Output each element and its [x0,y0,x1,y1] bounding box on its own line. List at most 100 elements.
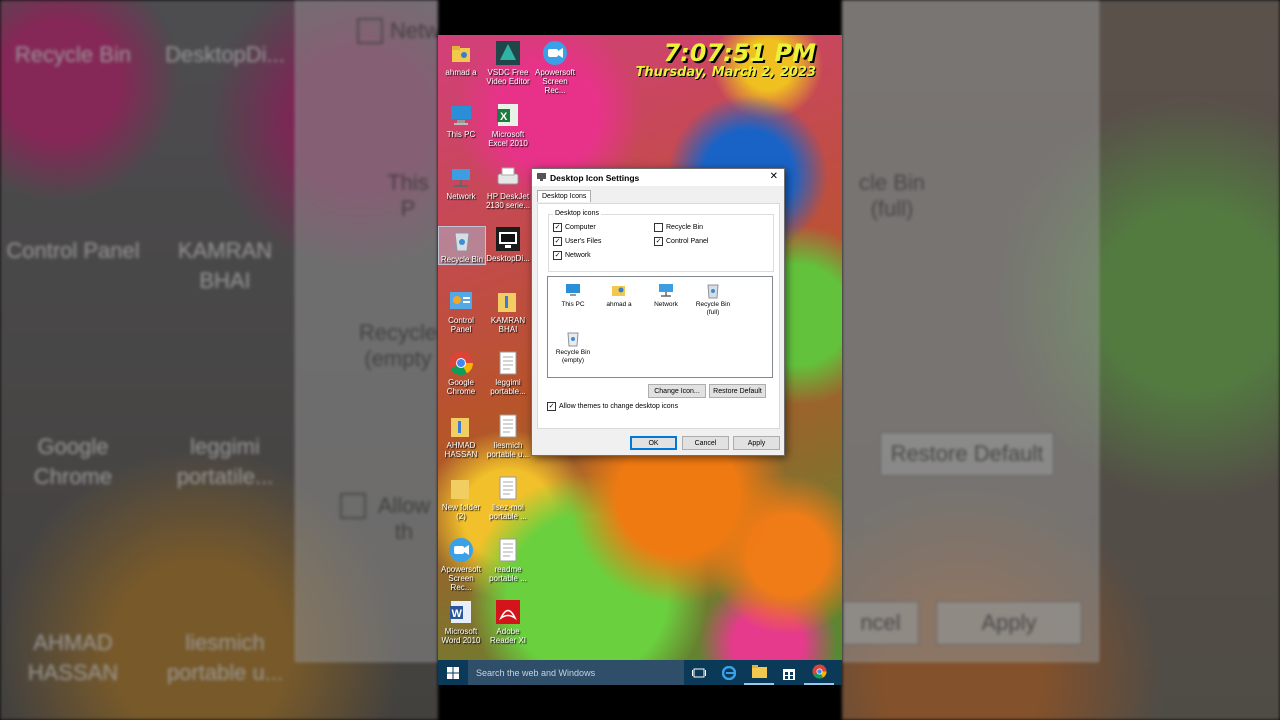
checkbox-control-panel[interactable]: ✓ Control Panel [654,237,708,246]
desktop-icon-kamran-bhai[interactable]: KAMRAN BHAI [485,288,531,334]
text-document-icon [495,350,521,376]
desktop-icon-apowersoft-2[interactable]: Apowersoft Screen Rec... [438,537,484,592]
tab-panel: Desktop icons ✓ Computer Recycle Bin ✓ U… [537,203,780,429]
checkbox-box[interactable]: ✓ [553,237,562,246]
svg-text:X: X [500,111,508,123]
desktop-icon-excel[interactable]: X Microsoft Excel 2010 [485,102,531,148]
list-item-this-pc[interactable]: This PC [550,281,596,309]
dialog-title: Desktop Icon Settings [550,172,640,183]
checkbox-box[interactable]: ✓ [654,237,663,246]
windows-logo-icon [447,666,459,679]
checkbox-box[interactable] [654,223,663,232]
desktop-icon-word[interactable]: W Microsoft Word 2010 [438,599,484,645]
desktop-icon-leggimi[interactable]: leggimi portable... [485,350,531,396]
list-item-recycle-bin-full[interactable]: Recycle Bin (full) [690,281,736,316]
group-title: Desktop icons [553,210,601,217]
list-item-network[interactable]: Network [643,281,689,309]
ok-button[interactable]: OK [630,436,677,450]
desktop-icon-new-folder[interactable]: New folder (2) [438,475,484,521]
word-icon: W [448,599,474,625]
computer-icon [564,281,582,299]
text-document-icon [495,475,521,501]
desktop-screen: 7:07:51 PM Thursday, March 2, 2023 ahmad… [438,35,842,685]
list-item-ahmad-a[interactable]: ahmad a [596,281,642,309]
folder-icon [448,413,474,439]
clock-time: 7:07:51 PM [663,39,816,67]
chrome-taskbar-icon[interactable] [804,660,834,685]
cancel-button[interactable]: Cancel [682,436,729,450]
network-icon [657,281,675,299]
printer-icon [495,164,521,190]
taskbar: Search the web and Windows [438,660,842,685]
tab-desktop-icons[interactable]: Desktop Icons [537,190,592,202]
task-view-icon[interactable] [684,660,714,685]
desktop-icon-adobe-reader[interactable]: Adobe Reader XI [485,599,531,645]
desktop-icon-liesmich[interactable]: liesmich portable u... [485,413,531,459]
checkbox-allow-themes[interactable]: ✓ Allow themes to change desktop icons [547,402,678,411]
apowersoft-icon [448,537,474,563]
checkbox-label: Allow themes to change desktop icons [559,403,679,410]
desktop-icon-recycle-bin[interactable]: Recycle Bin [438,226,486,265]
folder-icon [448,475,474,501]
clock-date: Thursday, March 2, 2023 [635,65,816,80]
text-document-icon [495,537,521,563]
edge-icon[interactable] [714,660,744,685]
control-panel-icon [448,288,474,314]
checkbox-box[interactable]: ✓ [553,223,562,232]
settings-window-icon [537,172,546,183]
checkbox-users-files[interactable]: ✓ User's Files [553,237,601,246]
desktop-icon-vsdc[interactable]: VSDC Free Video Editor [485,40,531,86]
desktop-icon-hp-deskjet[interactable]: HP DeskJet 2130 serie... [485,164,531,210]
search-input[interactable]: Search the web and Windows [468,660,684,685]
checkbox-network[interactable]: ✓ Network [553,251,591,260]
apply-button[interactable]: Apply [733,436,780,450]
checkbox-label: Recycle Bin [666,224,703,231]
desktop-icon-ahmad-a[interactable]: ahmad a [438,40,484,77]
checkbox-label: Computer [565,224,596,231]
recycle-bin-empty-icon [564,329,582,347]
desktop-icon-desktopdi[interactable]: DesktopDi... [485,226,531,263]
checkbox-box[interactable]: ✓ [553,251,562,260]
desktop-icons-group: Desktop icons ✓ Computer Recycle Bin ✓ U… [548,210,774,272]
recycle-bin-icon [449,227,475,253]
desktop-icon-readme[interactable]: readme portable ... [485,537,531,583]
adobe-reader-icon [495,599,521,625]
checkbox-label: User's Files [565,238,602,245]
checkbox-label: Network [565,252,591,259]
desktop-icon-google-chrome[interactable]: Google Chrome [438,350,484,396]
desktop-icon-ahmad-hassan[interactable]: AHMAD HASSAN [438,413,484,459]
icon-preview-list: This PC ahmad a Network Recycle Bin (ful… [547,276,773,378]
file-explorer-icon[interactable] [744,660,774,685]
vsdc-video-editor-icon [495,40,521,66]
checkbox-label: Control Panel [666,238,709,245]
desktop-icon-lisez-moi[interactable]: lisez-moi portable ... [485,475,531,521]
excel-icon: X [495,102,521,128]
user-folder-icon [610,281,628,299]
checkbox-computer[interactable]: ✓ Computer [553,223,596,232]
text-document-icon [495,413,521,439]
change-icon-button[interactable]: Change Icon... [648,384,706,398]
close-icon[interactable]: ✕ [770,171,778,182]
dialog-title-bar: Desktop Icon Settings [532,169,784,186]
desktop-icon-settings-dialog: Desktop Icon Settings ✕ Desktop Icons De… [531,168,785,456]
chrome-icon [448,350,474,376]
desktop-icon-control-panel[interactable]: Control Panel [438,288,484,334]
checkbox-recycle-bin[interactable]: Recycle Bin [654,223,703,232]
folder-icon [495,288,521,314]
list-item-recycle-bin-empty[interactable]: Recycle Bin (empty) [550,329,596,364]
dialog-tabs: Desktop Icons [537,190,592,202]
blurred-left-background: Recycle Bin DesktopDi... Control Panel K… [0,0,438,720]
checkbox-box[interactable]: ✓ [547,402,556,411]
restore-default-button[interactable]: Restore Default [709,384,766,398]
desktop-clock-widget: 7:07:51 PM Thursday, March 2, 2023 [636,39,816,80]
svg-text:W: W [452,608,463,620]
desktop-icon-this-pc[interactable]: This PC [438,102,484,139]
blurred-right-background: cle Bin (full) Restore Default ncel Appl… [842,0,1280,720]
network-icon [448,164,474,190]
desktop-icon-network[interactable]: Network [438,164,484,201]
store-icon[interactable] [774,660,804,685]
desktop-icon-apowersoft[interactable]: Apowersoft Screen Rec... [532,40,578,95]
start-button[interactable] [438,660,468,685]
computer-icon [448,102,474,128]
recycle-bin-full-icon [704,281,722,299]
